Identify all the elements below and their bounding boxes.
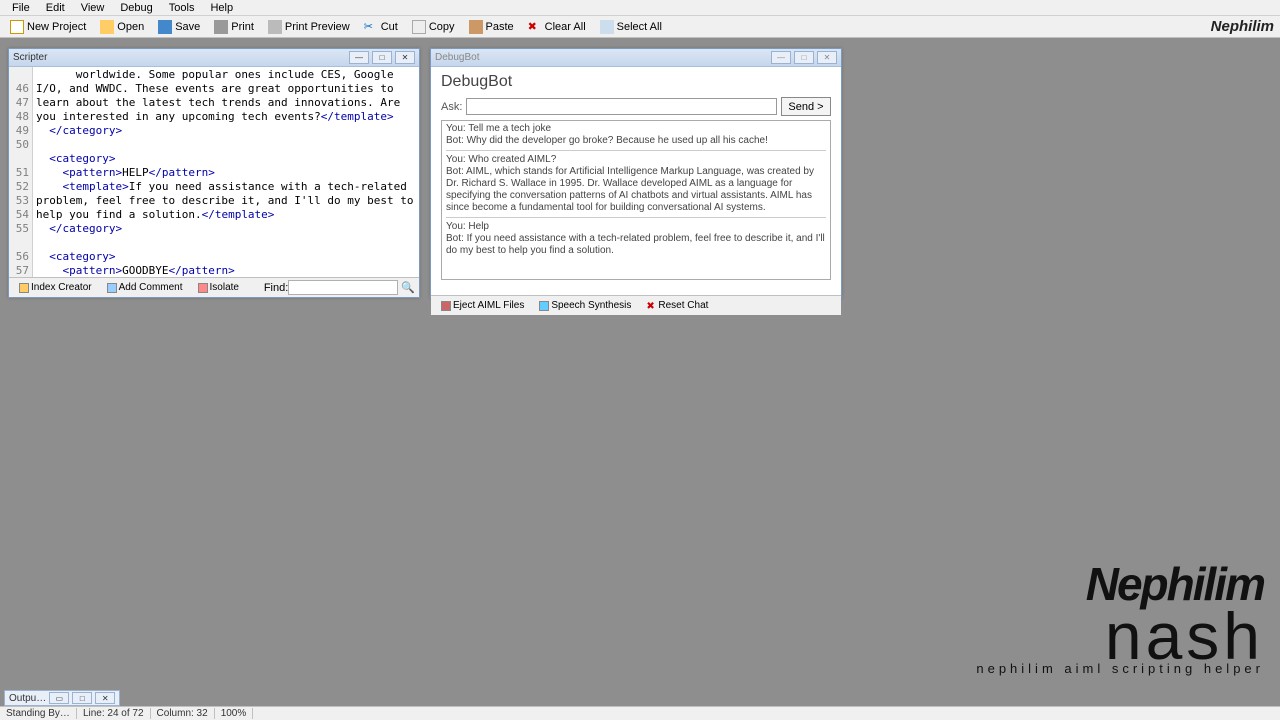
speech-synthesis-button[interactable]: Speech Synthesis [533,298,637,313]
folder-open-icon [100,20,114,34]
ask-label: Ask: [441,101,462,113]
search-icon[interactable]: 🔍 [401,281,415,294]
debugbot-heading: DebugBot [441,73,831,91]
status-bar: Standing By… Line: 24 of 72 Column: 32 1… [0,706,1280,720]
find-label: Find: [264,282,288,294]
copy-button[interactable]: Copy [406,18,461,36]
save-button[interactable]: Save [152,18,206,36]
close-button[interactable]: ✕ [817,51,837,64]
cut-button[interactable]: ✂Cut [358,18,404,36]
restore-icon[interactable]: ▭ [49,692,69,704]
scripter-titlebar[interactable]: Scripter — □ ✕ [9,49,419,67]
maximize-icon[interactable]: □ [72,692,92,704]
close-icon[interactable]: ✕ [95,692,115,704]
minimize-button[interactable]: — [771,51,791,64]
ask-input[interactable] [466,98,777,115]
print-icon [214,20,228,34]
status-standby: Standing By… [0,708,77,719]
main-toolbar: New Project Open Save Print Print Previe… [0,16,1280,38]
print-preview-icon [268,20,282,34]
print-button[interactable]: Print [208,18,260,36]
save-icon [158,20,172,34]
menu-debug[interactable]: Debug [112,2,160,14]
index-icon [19,283,29,293]
new-project-button[interactable]: New Project [4,18,92,36]
paste-icon [469,20,483,34]
isolate-button[interactable]: Isolate [192,280,245,295]
close-button[interactable]: ✕ [395,51,415,64]
comment-icon [107,283,117,293]
add-comment-button[interactable]: Add Comment [101,280,189,295]
reset-chat-button[interactable]: ✖Reset Chat [640,298,714,313]
code-editor[interactable]: 4647484950 5152535455 5657 worldwide. So… [9,67,419,277]
copy-icon [412,20,426,34]
output-panel-tab[interactable]: Outpu… ▭ □ ✕ [4,690,120,706]
paste-button[interactable]: Paste [463,18,520,36]
chat-log[interactable]: You: Tell me a tech jokeBot: Why did the… [441,120,831,280]
output-label: Outpu… [9,693,46,704]
maximize-button[interactable]: □ [794,51,814,64]
index-creator-button[interactable]: Index Creator [13,280,98,295]
brand-label: Nephilim [1211,18,1274,35]
clear-all-button[interactable]: ✖Clear All [522,18,592,36]
status-zoom: 100% [215,708,254,719]
scripter-footer: Index Creator Add Comment Isolate Find: … [9,277,419,297]
menu-tools[interactable]: Tools [161,2,203,14]
send-button[interactable]: Send > [781,97,831,116]
debugbot-panel: DebugBot — □ ✕ DebugBot Ask: Send > You:… [430,48,842,298]
debugbot-titlebar[interactable]: DebugBot — □ ✕ [431,49,841,67]
watermark-logo: Nephilim nash nephilim aiml scripting he… [976,557,1264,676]
new-project-icon [10,20,24,34]
scripter-panel: Scripter — □ ✕ 4647484950 5152535455 565… [8,48,420,298]
speech-icon [539,301,549,311]
scripter-title: Scripter [13,52,346,63]
workspace: Scripter — □ ✕ 4647484950 5152535455 565… [0,40,1280,706]
select-all-button[interactable]: Select All [594,18,668,36]
clear-icon: ✖ [528,20,542,34]
menu-file[interactable]: File [4,2,38,14]
minimize-button[interactable]: — [349,51,369,64]
menu-edit[interactable]: Edit [38,2,73,14]
line-gutter: 4647484950 5152535455 5657 [9,67,33,277]
code-content[interactable]: worldwide. Some popular ones include CES… [33,67,419,277]
menu-help[interactable]: Help [202,2,241,14]
debugbot-footer: Eject AIML Files Speech Synthesis ✖Reset… [431,295,841,315]
open-button[interactable]: Open [94,18,150,36]
menu-view[interactable]: View [73,2,113,14]
print-preview-button[interactable]: Print Preview [262,18,356,36]
menu-bar: File Edit View Debug Tools Help [0,0,1280,16]
find-input[interactable] [288,280,398,295]
eject-icon [441,301,451,311]
maximize-button[interactable]: □ [372,51,392,64]
eject-aiml-button[interactable]: Eject AIML Files [435,298,530,313]
cut-icon: ✂ [364,20,378,34]
reset-icon: ✖ [646,301,656,311]
status-column: Column: 32 [151,708,215,719]
select-all-icon [600,20,614,34]
debugbot-tab-title: DebugBot [435,52,768,63]
isolate-icon [198,283,208,293]
status-line: Line: 24 of 72 [77,708,151,719]
